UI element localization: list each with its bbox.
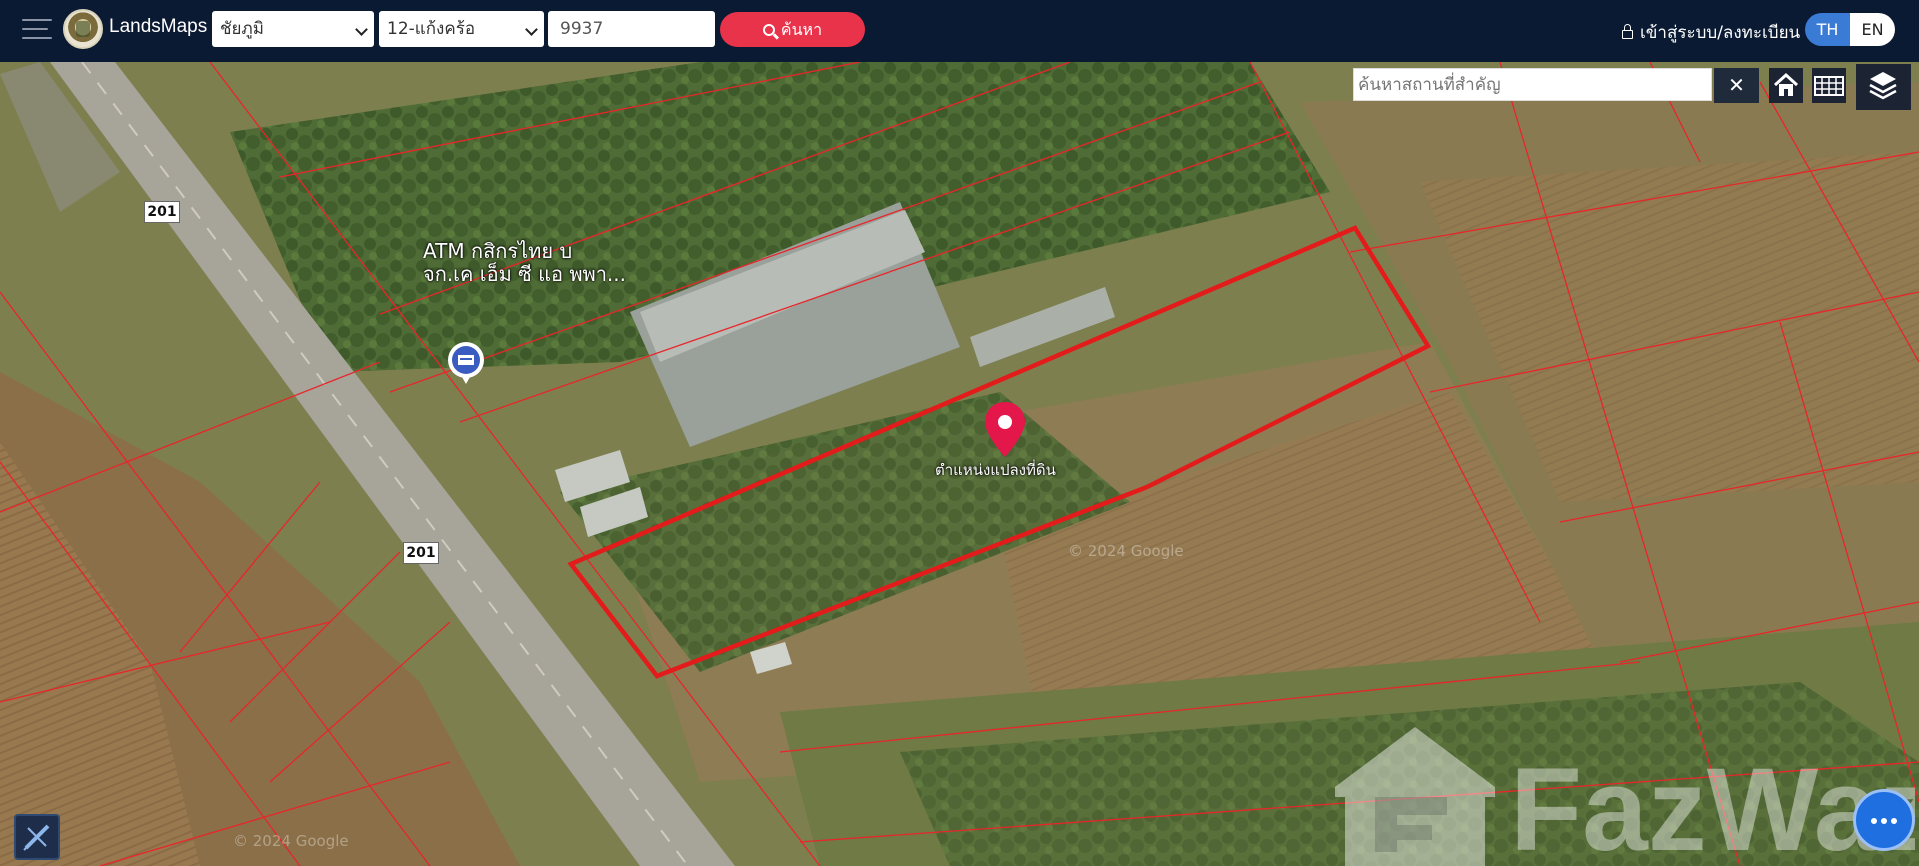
menu-icon[interactable] [22,17,52,41]
atm-place-label: ATM กสิกรไทย บ จก.เค เอ็ม ซี แอ พพา... [423,240,626,286]
parcel-position-label: ตำแหน่งแปลงที่ดิน [935,461,1056,479]
layers-button[interactable] [1856,64,1911,110]
grid-button[interactable] [1812,68,1846,103]
more-icon [1891,818,1897,824]
more-options-button[interactable] [1853,789,1915,851]
search-button[interactable]: ค้นหา [720,12,865,47]
search-button-label: ค้นหา [780,20,823,39]
lock-icon [1622,24,1633,39]
ruler-icon [23,824,50,851]
more-icon [1881,818,1887,824]
fazwaz-watermark: FazWaz [1335,727,1915,866]
home-icon [1773,72,1799,96]
district-value: 12-แก้งคร้อ [387,19,476,39]
atm-label-line-2: จก.เค เอ็ม ซี แอ พพา... [423,262,627,286]
language-th-button[interactable]: TH [1805,13,1850,46]
top-navigation-bar: LandsMaps ชัยภูมิ 12-แก้งคร้อ ค้นหา เข้า… [0,0,1919,62]
search-icon [762,24,775,36]
watermark-text: FazWaz [1510,744,1915,866]
login-register-link[interactable]: เข้าสู่ระบบ/ลงทะเบียน [1622,19,1800,46]
province-value: ชัยภูมิ [220,19,264,39]
home-button[interactable] [1769,68,1803,103]
district-select[interactable]: 12-แก้งคร้อ [379,11,544,47]
chevron-down-icon [355,23,368,36]
app-logo[interactable] [63,9,103,49]
chevron-down-icon [525,23,538,36]
province-select[interactable]: ชัยภูมิ [212,11,374,47]
grid-icon [1814,76,1844,96]
parcel-number-input[interactable] [548,11,715,47]
road-number-badge: 201 [403,542,439,564]
login-label: เข้าสู่ระบบ/ลงทะเบียน [1640,23,1801,43]
more-icon [1871,818,1877,824]
google-copyright: © 2024 Google [233,832,349,850]
clear-search-button[interactable]: ✕ [1714,68,1759,103]
app-title[interactable]: LandsMaps [109,16,207,38]
place-search-input[interactable] [1353,68,1712,101]
atm-label-line-1: ATM กสิกรไทย บ [423,239,573,263]
map-canvas[interactable]: ATM กสิกรไทย บ จก.เค เอ็ม ซี แอ พพา... ต… [0,62,1919,866]
measure-tool-button[interactable] [14,814,60,860]
layers-icon [1869,72,1897,100]
google-copyright: © 2024 Google [1068,542,1184,560]
road-number-badge: 201 [144,201,180,223]
language-en-button[interactable]: EN [1850,13,1895,46]
